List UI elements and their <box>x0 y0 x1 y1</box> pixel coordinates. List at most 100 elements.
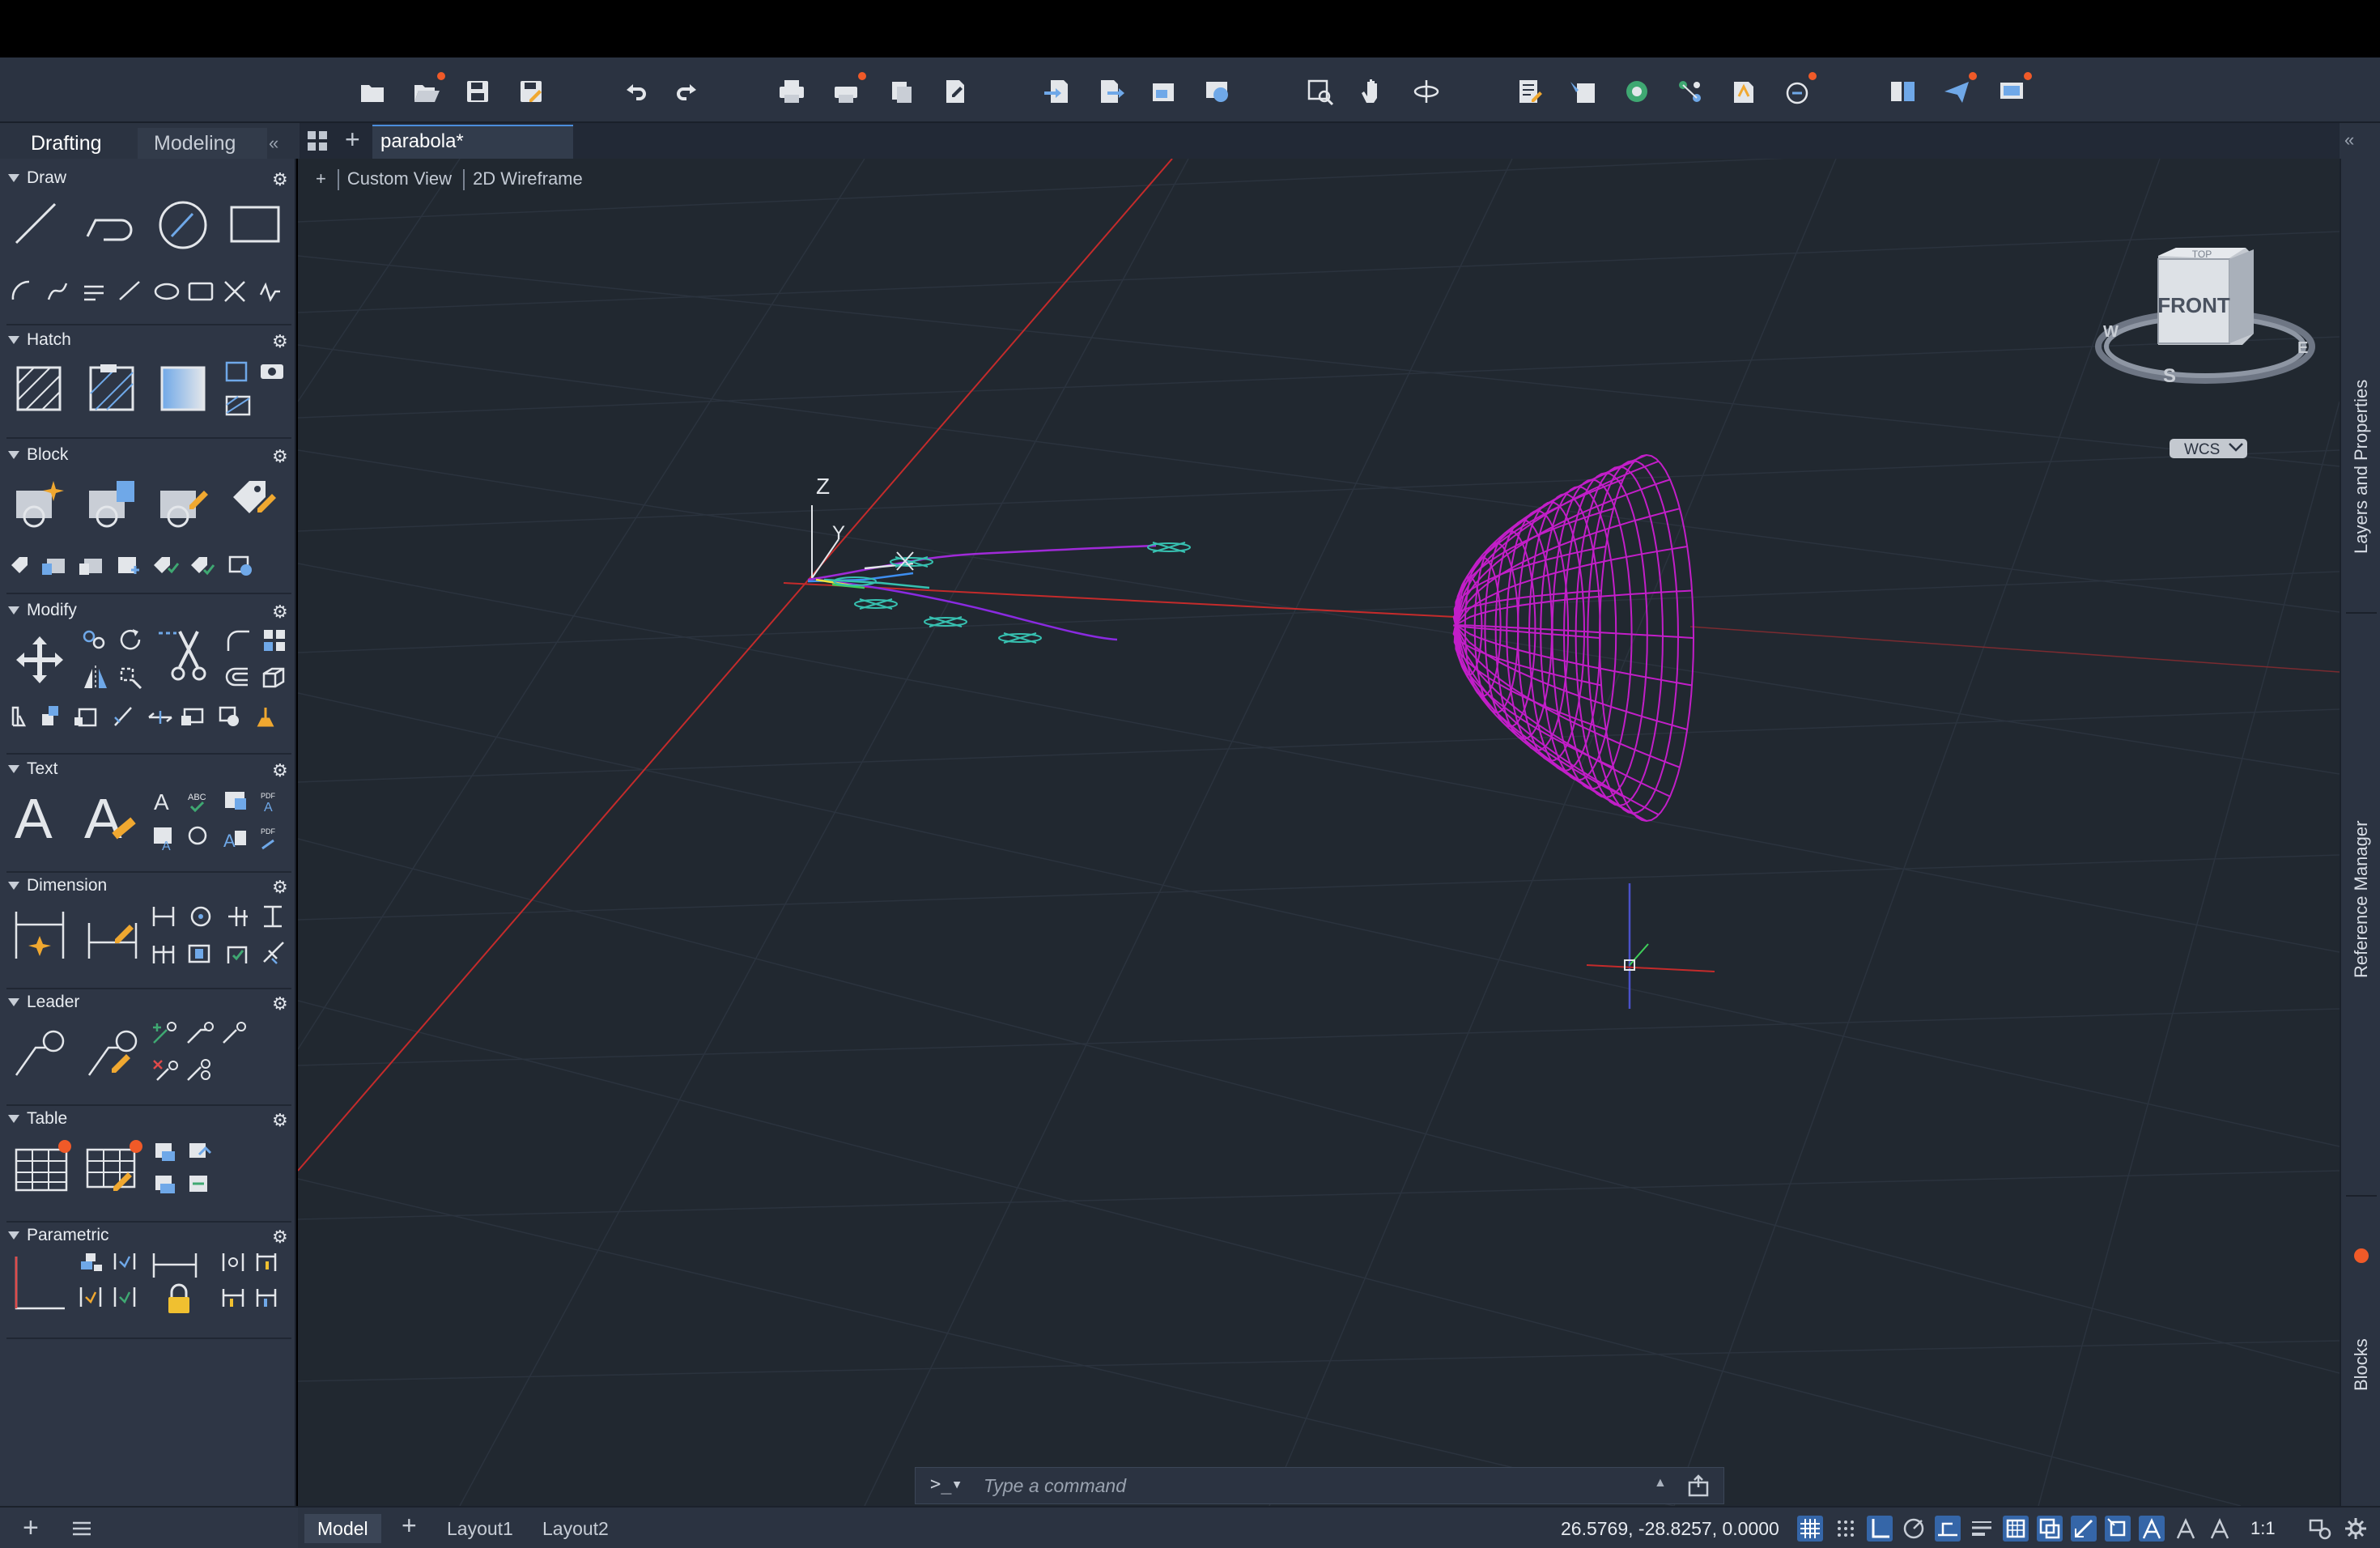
multiline-text-icon[interactable]: A <box>15 790 53 847</box>
tab-layout2[interactable]: Layout2 <box>529 1514 622 1543</box>
new-file-icon[interactable] <box>356 75 389 108</box>
section-header-block[interactable]: Block ⚙ <box>0 444 296 466</box>
save-icon[interactable] <box>461 75 494 108</box>
rectangle-tool-icon[interactable] <box>228 201 282 246</box>
wcs-dropdown[interactable]: WCS <box>2170 439 2247 458</box>
palette-list-icon[interactable] <box>71 1520 92 1537</box>
annotation-scale-readout[interactable]: 1:1 <box>2250 1518 2276 1539</box>
line-tool-icon[interactable] <box>13 201 58 246</box>
boundary-tool-icon[interactable] <box>222 359 254 384</box>
view-name-control[interactable]: Custom View <box>347 168 452 189</box>
transparency-icon[interactable] <box>2003 1516 2029 1542</box>
share-view-icon[interactable] <box>1148 75 1180 108</box>
new-layout-button[interactable]: + <box>402 1511 417 1541</box>
pan-hand-icon[interactable] <box>1357 75 1389 108</box>
batch-plot-icon[interactable] <box>831 70 868 108</box>
selection-cycling-icon[interactable] <box>2037 1516 2063 1542</box>
text-style-icon[interactable]: A <box>84 790 136 847</box>
open-file-icon[interactable] <box>410 70 447 108</box>
view-cube[interactable]: FRONT TOP W S E <box>2095 248 2315 387</box>
ortho-mode-icon[interactable] <box>1867 1516 1893 1542</box>
command-share-icon[interactable] <box>1686 1474 1711 1499</box>
array-tool-icon[interactable] <box>261 627 288 654</box>
section-header-parametric[interactable]: Parametric ⚙ <box>0 1224 296 1247</box>
send-icon[interactable] <box>1941 70 1978 108</box>
zoom-window-icon[interactable] <box>1303 75 1336 108</box>
save-as-icon[interactable] <box>515 75 547 108</box>
object-snap-tracking-icon[interactable] <box>2071 1516 2097 1542</box>
share-drawing-icon[interactable] <box>1781 70 1818 108</box>
collapse-right-panel-icon[interactable]: « <box>2344 130 2354 151</box>
create-block-icon[interactable] <box>13 476 68 531</box>
tab-model[interactable]: Model <box>304 1514 381 1543</box>
file-tab-parabola[interactable]: parabola* <box>372 125 573 159</box>
workspace-switch-icon[interactable] <box>2307 1516 2333 1542</box>
visual-style-control[interactable]: 2D Wireframe <box>473 168 583 189</box>
tab-drafting[interactable]: Drafting <box>15 128 118 159</box>
tab-modeling[interactable]: Modeling <box>138 128 267 159</box>
snap-mode-icon[interactable] <box>1833 1516 1859 1542</box>
model-space-canvas[interactable]: Z Y FRONT TOP W S E WCS <box>298 159 2340 1506</box>
offset-tool-icon[interactable] <box>223 664 253 691</box>
circle-tool-icon[interactable] <box>157 199 209 251</box>
coordinate-readout[interactable]: 26.5769, -28.8257, 0.0000 <box>1561 1518 1779 1540</box>
publish-icon[interactable] <box>886 75 918 108</box>
parametric-small-tools-icon[interactable] <box>220 1250 285 1315</box>
command-history-arrow-icon[interactable]: ▲ <box>1654 1476 1667 1491</box>
object-snap-icon[interactable] <box>2105 1516 2131 1542</box>
table-tool-icon[interactable] <box>13 1140 71 1197</box>
section-header-table[interactable]: Table ⚙ <box>0 1108 296 1130</box>
linear-dimension-icon[interactable] <box>11 907 68 963</box>
polar-tracking-icon[interactable] <box>1901 1516 1927 1542</box>
geometric-constraint-icon[interactable] <box>11 1253 68 1313</box>
match-properties-icon[interactable] <box>1567 75 1600 108</box>
start-tab-icon[interactable] <box>306 130 329 152</box>
hatch-pattern-icon[interactable] <box>87 364 136 413</box>
dimensional-constraint-icon[interactable] <box>151 1248 199 1281</box>
viewport-menu-plus[interactable]: + <box>316 168 326 189</box>
polyline-tool-icon[interactable] <box>84 201 141 246</box>
web-mobile-icon[interactable] <box>1201 75 1234 108</box>
plot-icon[interactable] <box>776 75 808 108</box>
rotate-tool-icon[interactable] <box>117 627 146 654</box>
constraint-small-tools-icon[interactable] <box>78 1250 139 1315</box>
text-small-tools-icon[interactable]: A ABC PDF A A A PDF <box>151 789 288 853</box>
drawing-viewport[interactable]: Z Y FRONT TOP W S E WCS + Custom View 2D… <box>298 159 2340 1506</box>
tab-layout1[interactable]: Layout1 <box>434 1514 526 1543</box>
properties-icon[interactable] <box>1514 75 1546 108</box>
block-small-tools-icon[interactable] <box>10 552 269 578</box>
dimension-small-tools-icon[interactable] <box>151 902 288 967</box>
camera-tool-icon[interactable] <box>257 358 287 382</box>
section-header-hatch[interactable]: Hatch ⚙ <box>0 329 296 351</box>
dimension-style-icon[interactable] <box>84 907 141 963</box>
orbit-icon[interactable] <box>1410 75 1443 108</box>
move-tool-icon[interactable] <box>13 633 66 687</box>
insert-block-icon[interactable] <box>86 476 141 531</box>
hatch-tool-icon[interactable] <box>15 364 63 413</box>
undo-icon[interactable] <box>618 75 651 108</box>
section-header-draw[interactable]: Draw ⚙ <box>0 167 296 189</box>
section-header-text[interactable]: Text ⚙ <box>0 758 296 780</box>
export-icon[interactable] <box>1094 75 1127 108</box>
tab-layers-and-properties[interactable]: Layers and Properties <box>2343 280 2380 653</box>
new-tab-button[interactable]: + <box>345 125 360 155</box>
table-style-icon[interactable] <box>84 1140 142 1197</box>
export-pdf-icon[interactable] <box>939 75 971 108</box>
book-icon[interactable] <box>1728 75 1760 108</box>
copy-tool-icon[interactable] <box>81 627 110 654</box>
annotation-visibility-icon[interactable] <box>2139 1516 2165 1542</box>
compare-icon[interactable] <box>1886 75 1919 108</box>
annotation-scale-icon[interactable] <box>2207 1516 2233 1542</box>
table-small-tools-icon[interactable] <box>152 1138 217 1200</box>
connect-icon[interactable] <box>1674 75 1706 108</box>
lineweight-icon[interactable] <box>1969 1516 1995 1542</box>
3d-box-icon[interactable] <box>259 664 288 691</box>
add-palette-button[interactable]: + <box>23 1512 39 1544</box>
edit-block-icon[interactable] <box>157 476 212 531</box>
command-input[interactable] <box>984 1471 1631 1500</box>
collapse-panel-icon[interactable]: « <box>269 133 278 154</box>
layer-states-icon[interactable] <box>1621 75 1653 108</box>
tab-blocks[interactable]: Blocks <box>2343 1244 2380 1486</box>
screen-share-icon[interactable] <box>1996 70 2034 108</box>
grid-display-icon[interactable] <box>1797 1516 1823 1542</box>
